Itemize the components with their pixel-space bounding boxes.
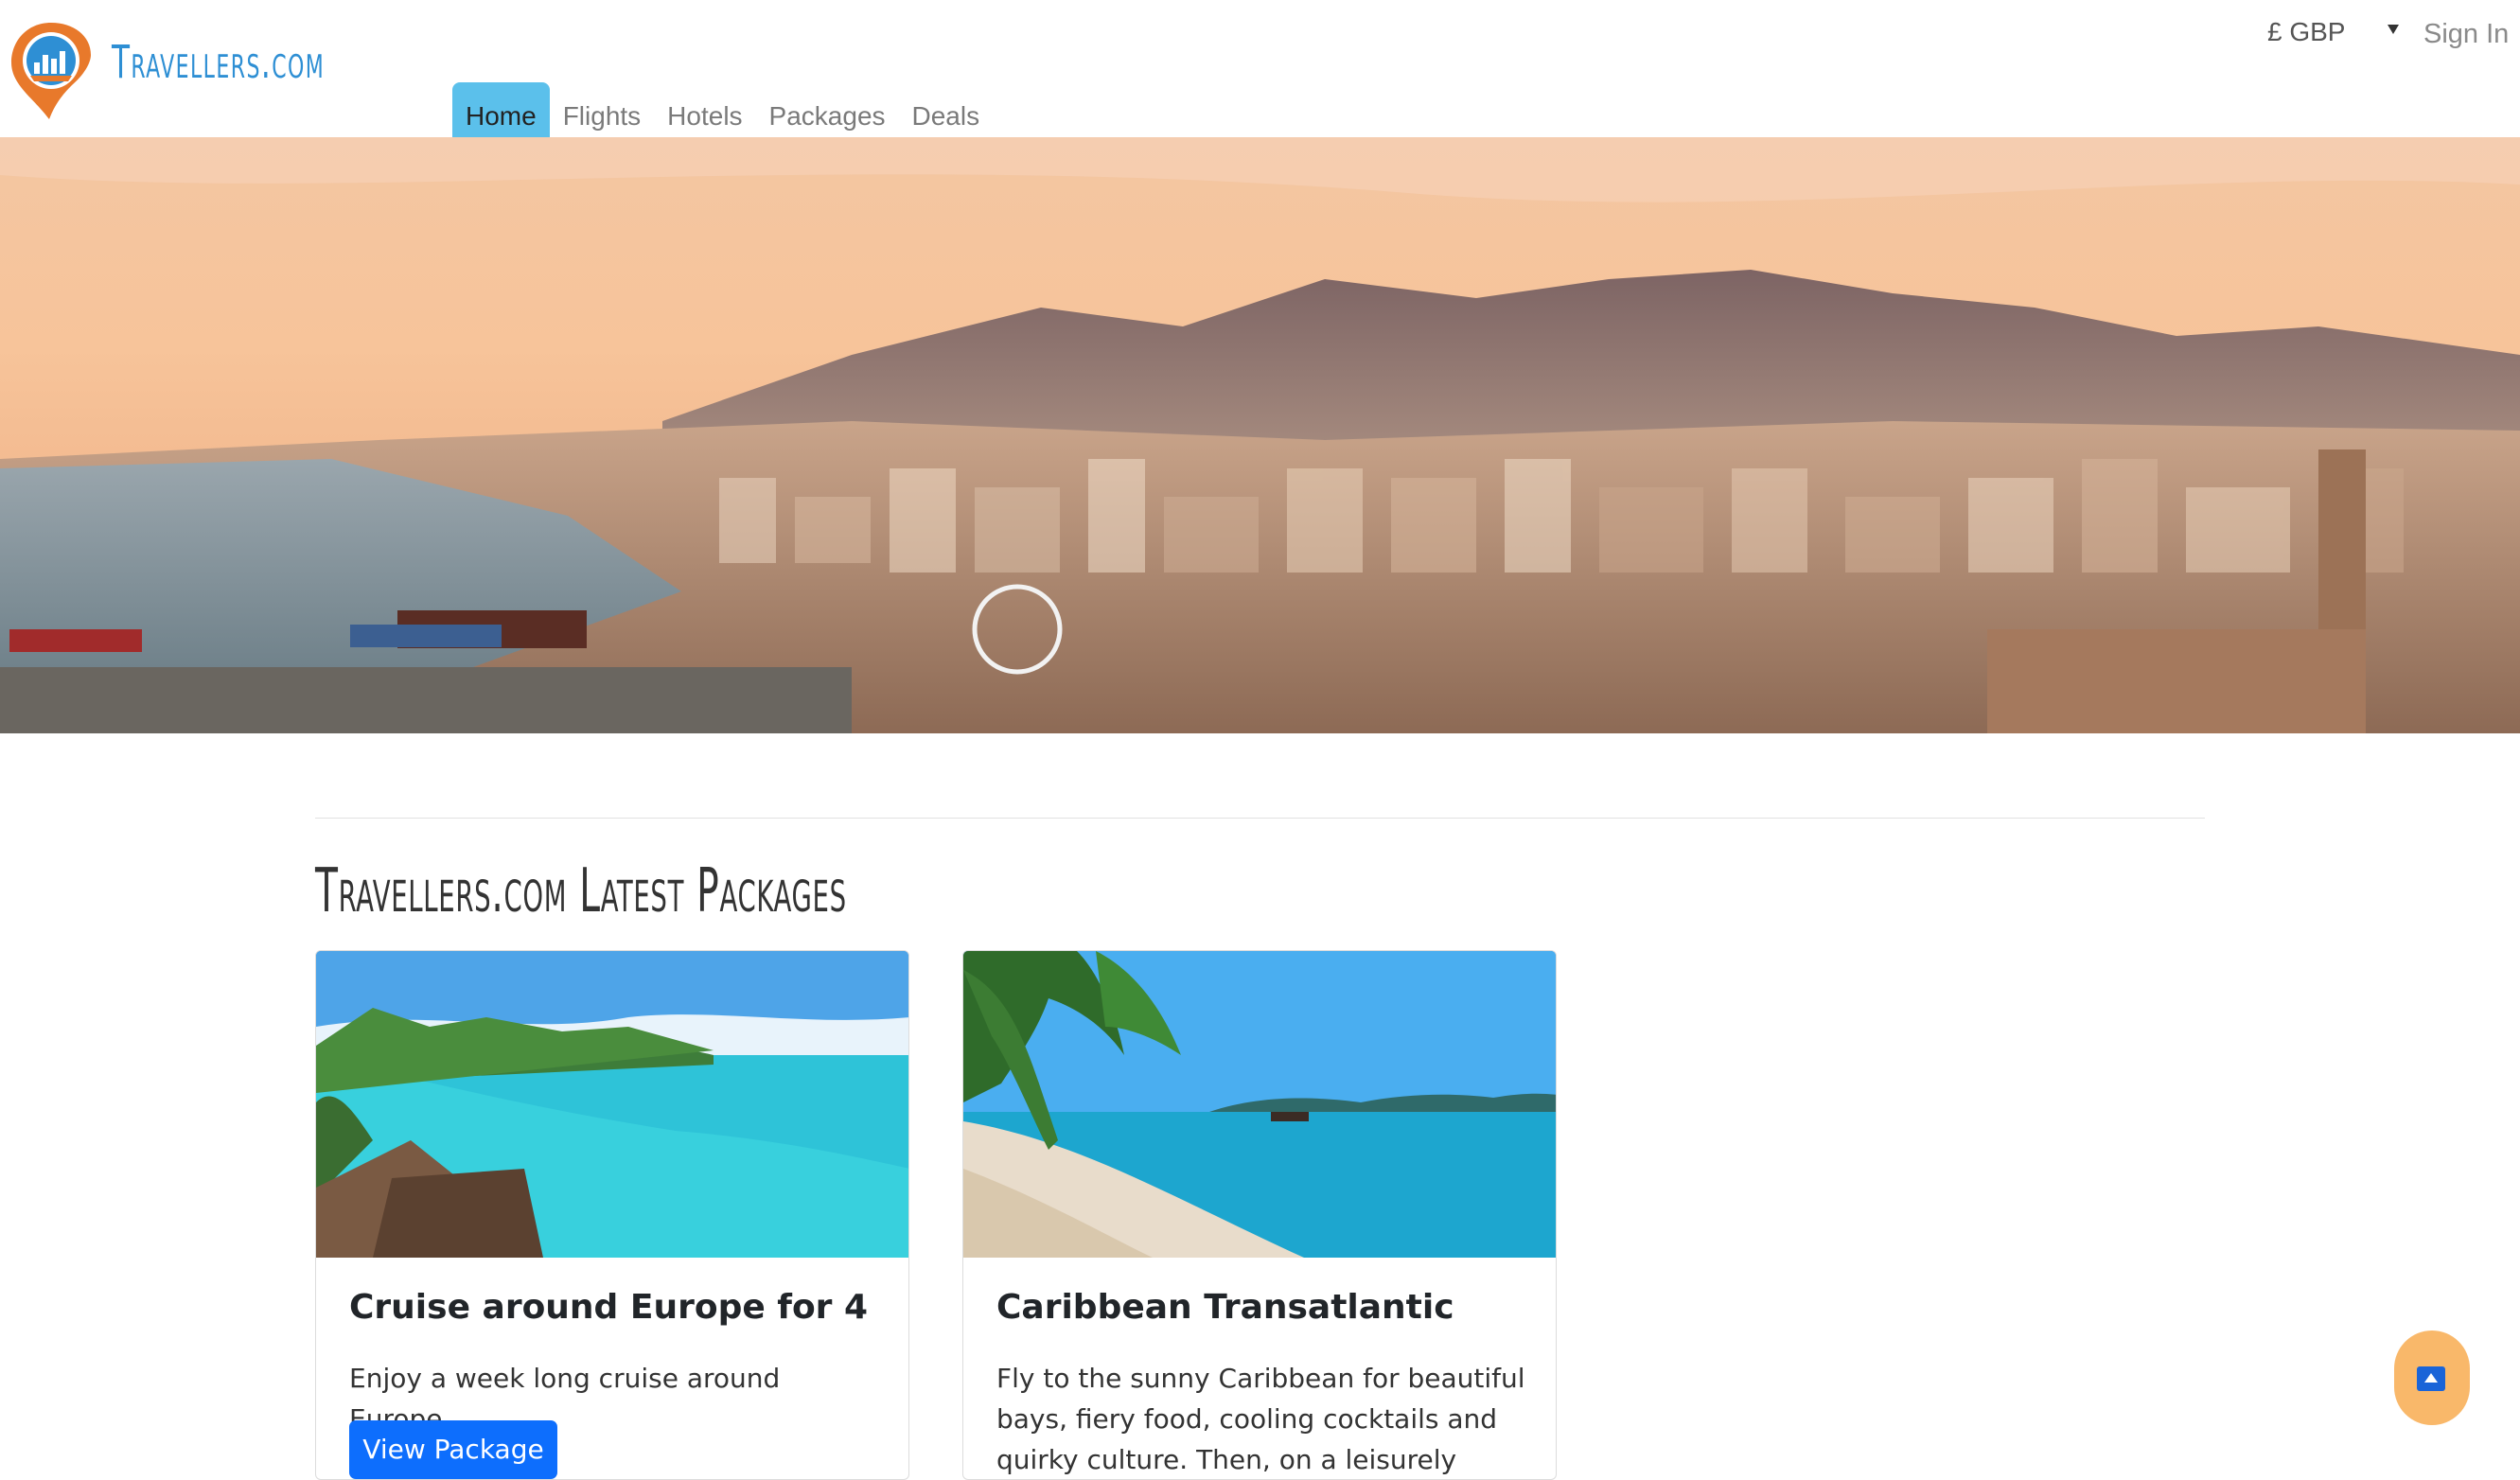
nav-hotels[interactable]: Hotels [654, 82, 755, 137]
logo-pin-icon[interactable] [6, 17, 97, 123]
sign-in-link[interactable]: Sign In [2423, 19, 2509, 50]
section-title: Travellers.com Latest Packages [315, 856, 847, 926]
nav-flights[interactable]: Flights [550, 82, 654, 137]
card-title: Caribbean Transatlantic [996, 1288, 1454, 1327]
card-image-beach [316, 951, 908, 1258]
scroll-to-top-button[interactable] [2394, 1330, 2470, 1425]
section-divider [315, 818, 2205, 819]
nav-home[interactable]: Home [452, 82, 550, 137]
hero-city-image [0, 137, 2520, 733]
nav-packages[interactable]: Packages [756, 82, 899, 137]
main-nav: Home Flights Hotels Packages Deals [452, 82, 993, 137]
caret-down-icon[interactable] [2388, 25, 2399, 34]
card-title: Cruise around Europe for 4 [349, 1288, 869, 1327]
currency-selector[interactable]: £ GBP [2267, 17, 2345, 47]
brand-name[interactable]: Travellers.com [112, 36, 325, 89]
package-card[interactable]: Caribbean Transatlantic Fly to the sunny… [962, 950, 1557, 1480]
view-package-button[interactable]: View Package [349, 1420, 557, 1479]
package-card[interactable]: Cruise around Europe for 4 Enjoy a week … [315, 950, 909, 1480]
hero-banner [0, 137, 2520, 733]
nav-deals[interactable]: Deals [899, 82, 994, 137]
card-image-caribbean [963, 951, 1556, 1258]
site-header: Travellers.com Home Flights Hotels Packa… [0, 0, 2520, 137]
card-description: Fly to the sunny Caribbean for beautiful… [996, 1363, 1525, 1475]
arrow-up-icon [2417, 1366, 2445, 1391]
